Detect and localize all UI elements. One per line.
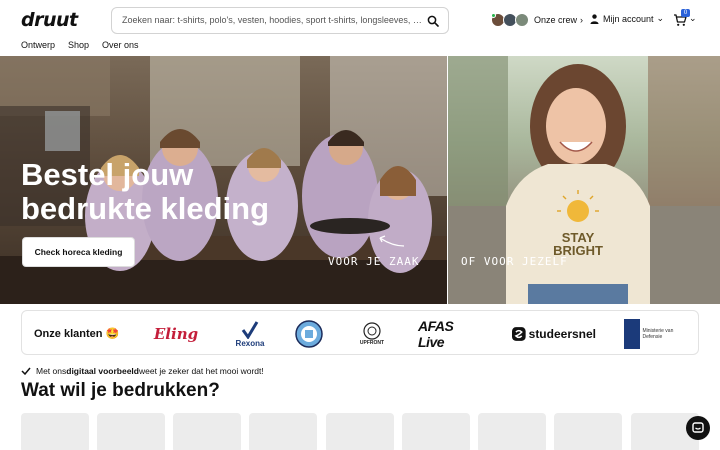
check-icon	[21, 367, 31, 375]
notice-text: Met ons	[36, 366, 67, 376]
shirt-print: STAY BRIGHT	[548, 231, 608, 257]
search-input[interactable]: Zoeken naar: t-shirts, polo's, vesten, h…	[111, 7, 449, 34]
avatar	[515, 13, 529, 27]
upfront-emblem-icon	[363, 322, 381, 340]
section-title: Wat wil je bedrukken?	[21, 380, 220, 401]
main-nav: Ontwerp Shop Over ons	[21, 40, 152, 52]
client-logo-eling: Eling	[153, 325, 199, 343]
defensie-emblem-icon	[623, 319, 640, 349]
client-logo-manchester-city	[294, 319, 324, 349]
product-category-tile[interactable]	[326, 413, 394, 450]
hero-caption-personal: OF VOOR JEZELF	[461, 255, 568, 268]
manchester-city-crest-icon	[295, 320, 323, 348]
client-logo-studeersnel: studeersnel	[512, 319, 596, 349]
client-logo-upfront: UPFRONT	[358, 319, 386, 349]
user-icon	[590, 13, 599, 24]
chevron-down-icon: ⌄	[689, 13, 697, 23]
client-logo-defensie: Ministerie van Defensie	[622, 319, 694, 349]
crew-label: Onze crew	[534, 15, 578, 25]
search-icon[interactable]	[427, 15, 439, 27]
product-category-tile[interactable]	[173, 413, 241, 450]
nav-item-shop[interactable]: Shop	[68, 40, 89, 52]
chevron-down-icon: ⌄	[656, 13, 665, 23]
hero-caption-business: VOOR JE ZAAK	[328, 255, 420, 268]
account-menu[interactable]: Mijn account ⌄	[590, 13, 664, 24]
product-category-tile[interactable]	[249, 413, 317, 450]
crew-link[interactable]: Onze crew ›	[489, 12, 583, 28]
hero-title: Bestel jouw bedrukte kleding	[21, 158, 321, 226]
notice-text: weet je zeker dat het mooi wordt!	[139, 366, 264, 376]
druut-logo[interactable]: druut	[21, 9, 78, 31]
nav-item-ontwerp[interactable]: Ontwerp	[21, 40, 55, 52]
client-logo-afas-live: AFAS Live	[418, 318, 454, 350]
chat-icon	[692, 422, 704, 433]
hero-title-line: bedrukte kleding	[21, 191, 270, 226]
studeersnel-mark-icon	[512, 327, 526, 341]
search-placeholder: Zoeken naar: t-shirts, polo's, vesten, h…	[122, 15, 422, 25]
cart-button[interactable]: 0 ⌄	[673, 9, 697, 27]
client-logo-rexona: Rexona	[230, 319, 270, 349]
digital-preview-notice: Met ons digitaal voorbeeld weet je zeker…	[21, 366, 264, 376]
notice-bold-text: digitaal voorbeeld	[66, 366, 139, 376]
horeca-cta-button[interactable]: Check horeca kleding	[22, 237, 135, 267]
crew-avatars	[489, 13, 531, 27]
product-category-tile[interactable]	[554, 413, 622, 450]
chevron-right-icon: ›	[580, 15, 584, 25]
product-category-tile[interactable]	[21, 413, 89, 450]
chat-button[interactable]	[686, 416, 710, 440]
clients-label: Onze klanten 🤩	[34, 328, 120, 340]
hero-title-line: Bestel jouw	[21, 157, 194, 192]
rexona-tick-icon	[241, 320, 259, 339]
nav-item-over-ons[interactable]: Over ons	[102, 40, 139, 52]
site-header: druut Zoeken naar: t-shirts, polo's, ves…	[0, 0, 720, 40]
product-category-tile[interactable]	[402, 413, 470, 450]
product-category-tile[interactable]	[97, 413, 165, 450]
account-label: Mijn account	[603, 13, 654, 24]
product-category-tile[interactable]	[478, 413, 546, 450]
online-indicator	[491, 13, 496, 18]
clients-strip: Onze klanten 🤩 Eling Rexona UPFRONT AFAS…	[21, 310, 699, 355]
